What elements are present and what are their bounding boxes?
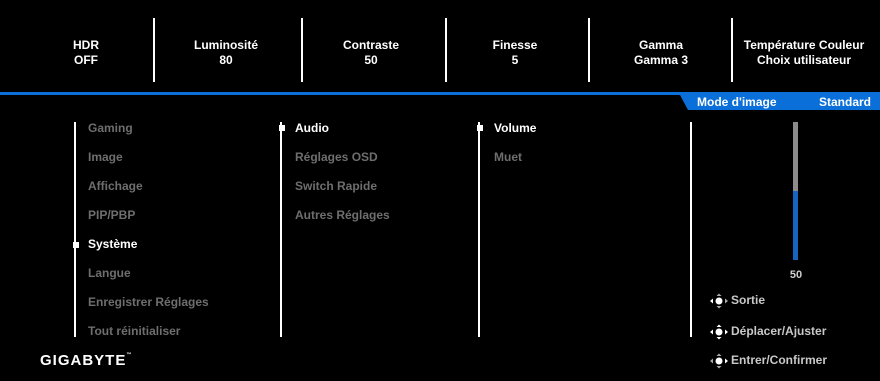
joystick-icon (710, 293, 728, 309)
picture-mode-label: Mode d'image (697, 95, 777, 109)
status-divider (731, 18, 733, 82)
hint-exit-label: Sortie (731, 293, 766, 308)
submenu-audio[interactable]: Audio (295, 121, 329, 135)
status-divider (588, 18, 590, 82)
menu-pip-pbp[interactable]: PIP/PBP (88, 208, 135, 222)
logo-text: GIGABYTE (40, 352, 127, 369)
picture-mode-value: Standard (819, 95, 872, 109)
status-brightness: Luminosité 80 (156, 38, 296, 68)
status-bar: HDR OFF Luminosité 80 Contraste 50 Fines… (0, 0, 880, 86)
menu-system[interactable]: Système (88, 237, 137, 251)
menu-reset-all[interactable]: Tout réinitialiser (88, 324, 180, 338)
status-color-temp: Température Couleur Choix utilisateur (734, 38, 874, 68)
joystick-icon (710, 324, 728, 340)
status-hdr-label: HDR (73, 38, 99, 52)
hint-enter-label: Entrer/Confirmer (731, 353, 828, 368)
logo-trademark: ™ (126, 352, 132, 358)
square-bullet-icon (73, 242, 79, 248)
hint-move: Déplacer/Ajuster (709, 324, 826, 340)
gigabyte-logo: GIGABYTE™ (40, 352, 131, 369)
submenu-osd-settings[interactable]: Réglages OSD (295, 150, 378, 164)
status-sharpness-label: Finesse (492, 38, 538, 52)
status-sharpness-value: 5 (511, 53, 519, 67)
status-gamma-label: Gamma (638, 38, 684, 52)
menu-language[interactable]: Langue (88, 266, 131, 280)
status-brightness-label: Luminosité (193, 38, 258, 52)
status-hdr: HDR OFF (16, 38, 156, 68)
status-gamma: Gamma Gamma 3 (591, 38, 731, 68)
square-bullet-icon (279, 125, 285, 131)
menu-gaming[interactable]: Gaming (88, 121, 133, 135)
column-4-line (690, 122, 692, 337)
column-1-line (74, 122, 76, 337)
hint-enter: Entrer/Confirmer (709, 353, 827, 369)
status-color-temp-value: Choix utilisateur (756, 53, 851, 67)
column-3-line (478, 122, 480, 337)
status-gamma-value: Gamma 3 (633, 53, 689, 67)
status-hdr-value: OFF (74, 53, 98, 67)
hint-move-label: Déplacer/Ajuster (731, 324, 827, 339)
option-mute[interactable]: Muet (494, 150, 522, 164)
menu-save-settings[interactable]: Enregistrer Réglages (88, 295, 209, 309)
status-contrast-value: 50 (364, 53, 378, 67)
hint-exit: Sortie (709, 293, 765, 309)
column-2-line (280, 122, 282, 337)
volume-slider[interactable] (793, 122, 798, 260)
status-contrast-label: Contraste (342, 38, 399, 52)
square-bullet-icon (477, 125, 483, 131)
volume-slider-fill (793, 191, 798, 260)
submenu-quick-switch[interactable]: Switch Rapide (295, 179, 377, 193)
submenu-other-settings[interactable]: Autres Réglages (295, 208, 390, 222)
status-contrast: Contraste 50 (301, 38, 441, 68)
option-volume[interactable]: Volume (494, 121, 536, 135)
volume-value: 50 (789, 269, 803, 281)
status-color-temp-label: Température Couleur (743, 38, 865, 52)
joystick-icon (710, 353, 728, 369)
menu-display[interactable]: Affichage (88, 179, 143, 193)
status-brightness-value: 80 (219, 53, 233, 67)
status-sharpness: Finesse 5 (445, 38, 585, 68)
menu-image[interactable]: Image (88, 150, 123, 164)
status-divider (153, 18, 155, 82)
